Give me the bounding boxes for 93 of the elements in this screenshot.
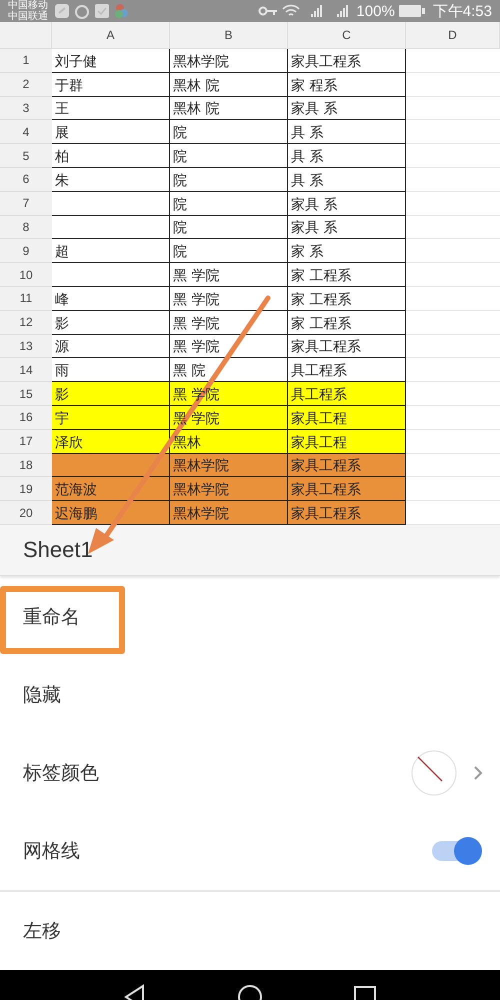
table-cell: 家 工程系 xyxy=(288,310,406,335)
table-cell: 黑林 xyxy=(170,430,288,454)
row-number[interactable]: 17 xyxy=(0,430,52,454)
table-cell: 家具工程系 xyxy=(288,49,406,73)
row-number[interactable]: 13 xyxy=(0,334,52,358)
row-number[interactable]: 19 xyxy=(0,477,52,502)
row-number[interactable]: 7 xyxy=(0,192,52,216)
table-cell: 黑 学院 xyxy=(170,263,288,287)
table-cell: 峰 xyxy=(52,286,170,311)
table-cell: 朱 xyxy=(52,168,170,192)
table-cell: 黑林学院 xyxy=(170,477,288,502)
row-number[interactable]: 3 xyxy=(0,96,52,120)
sheet-name: Sheet1 xyxy=(0,524,500,576)
table-cell: 院 xyxy=(170,239,288,264)
table-cell: 泽欣 xyxy=(52,430,170,454)
menu-item[interactable]: 重命名 xyxy=(0,578,500,656)
carrier-name: 中国联通 xyxy=(8,11,48,22)
carrier-name: 中国移动 xyxy=(8,0,48,11)
column-header[interactable]: C xyxy=(288,22,406,49)
table-cell: 家具 系 xyxy=(288,216,406,240)
table-cell: 刘子健 xyxy=(52,49,170,73)
row-number[interactable]: 2 xyxy=(0,72,52,97)
table-cell: 黑 学院 xyxy=(170,310,288,335)
no-color-icon xyxy=(410,748,458,797)
table-cell: 家具 系 xyxy=(288,96,406,120)
table-cell: 宇 xyxy=(52,406,170,430)
key-icon xyxy=(258,5,278,17)
table-cell: 家 工程系 xyxy=(288,286,406,311)
table-cell: 具工程系 xyxy=(288,382,406,406)
row-number[interactable]: 9 xyxy=(0,239,52,264)
row-number[interactable]: 5 xyxy=(0,144,52,168)
table-cell: 家具工程 xyxy=(288,430,406,454)
row-number[interactable]: 18 xyxy=(0,454,52,478)
table-cell: 院 xyxy=(170,168,288,192)
table-cell: 黑 学院 xyxy=(170,334,288,358)
table-cell: 于群 xyxy=(52,72,170,97)
table-cell: 家具工程系 xyxy=(288,334,406,358)
row-number[interactable]: 4 xyxy=(0,120,52,144)
row-number[interactable]: 12 xyxy=(0,310,52,335)
menu-item[interactable]: 网格线 xyxy=(0,812,500,892)
table-cell: 影 xyxy=(52,310,170,335)
table-cell: 院 xyxy=(170,120,288,144)
row-number[interactable]: 10 xyxy=(0,263,52,287)
table-cell: 黑林 院 xyxy=(170,72,288,97)
clock-time: 下午4:53 xyxy=(432,2,492,20)
row-number[interactable]: 6 xyxy=(0,168,52,192)
table-cell: 黑林学院 xyxy=(170,49,288,73)
checklist-icon xyxy=(94,3,110,19)
table-cell: 具 系 xyxy=(288,144,406,168)
row-number[interactable]: 20 xyxy=(0,501,52,525)
chevron-icon xyxy=(472,764,484,782)
table-cell: 家 程系 xyxy=(288,72,406,97)
column-header[interactable]: D xyxy=(406,22,500,49)
table-cell: 院 xyxy=(170,216,288,240)
table-cell: 迟海鹏 xyxy=(52,501,170,525)
table-cell: 黑林 院 xyxy=(170,96,288,120)
table-cell: 超 xyxy=(52,239,170,264)
table-cell: 具 系 xyxy=(288,168,406,192)
table-cell: 王 xyxy=(52,96,170,120)
battery-icon xyxy=(398,5,425,17)
table-cell: 院 xyxy=(170,192,288,216)
link-icon xyxy=(54,3,70,19)
row-number[interactable]: 1 xyxy=(0,49,52,73)
wifi-icon xyxy=(282,4,300,18)
app-icon xyxy=(114,3,130,19)
menu-item[interactable]: 隐藏 xyxy=(0,656,500,734)
table-cell: 展 xyxy=(52,120,170,144)
row-number[interactable]: 15 xyxy=(0,382,52,406)
table-cell: 院 xyxy=(170,144,288,168)
menu-item[interactable]: 标签颜色 xyxy=(0,734,500,812)
row-number[interactable]: 11 xyxy=(0,286,52,311)
table-cell: 具 系 xyxy=(288,120,406,144)
column-header[interactable]: A xyxy=(52,22,170,49)
row-number[interactable]: 8 xyxy=(0,216,52,240)
table-cell: 黑 学院 xyxy=(170,286,288,311)
table-cell: 家具工程系 xyxy=(288,454,406,478)
table-cell: 柏 xyxy=(52,144,170,168)
table-cell: 黑林学院 xyxy=(170,454,288,478)
table-cell: 家具工程 xyxy=(288,406,406,430)
table-cell: 家具工程系 xyxy=(288,501,406,525)
battery-percent: 100% xyxy=(356,2,395,20)
table-cell: 家 工程系 xyxy=(288,263,406,287)
row-number[interactable]: 14 xyxy=(0,358,52,382)
table-cell: 家具 系 xyxy=(288,192,406,216)
table-cell: 家具工程系 xyxy=(288,477,406,502)
table-cell: 源 xyxy=(52,334,170,358)
table-cell: 家 系 xyxy=(288,239,406,264)
menu-item[interactable]: 左移 xyxy=(0,892,500,970)
table-cell: 黑林学院 xyxy=(170,501,288,525)
column-header[interactable]: B xyxy=(170,22,288,49)
table-cell: 影 xyxy=(52,382,170,406)
row-number[interactable]: 16 xyxy=(0,406,52,430)
table-cell: 范海波 xyxy=(52,477,170,502)
